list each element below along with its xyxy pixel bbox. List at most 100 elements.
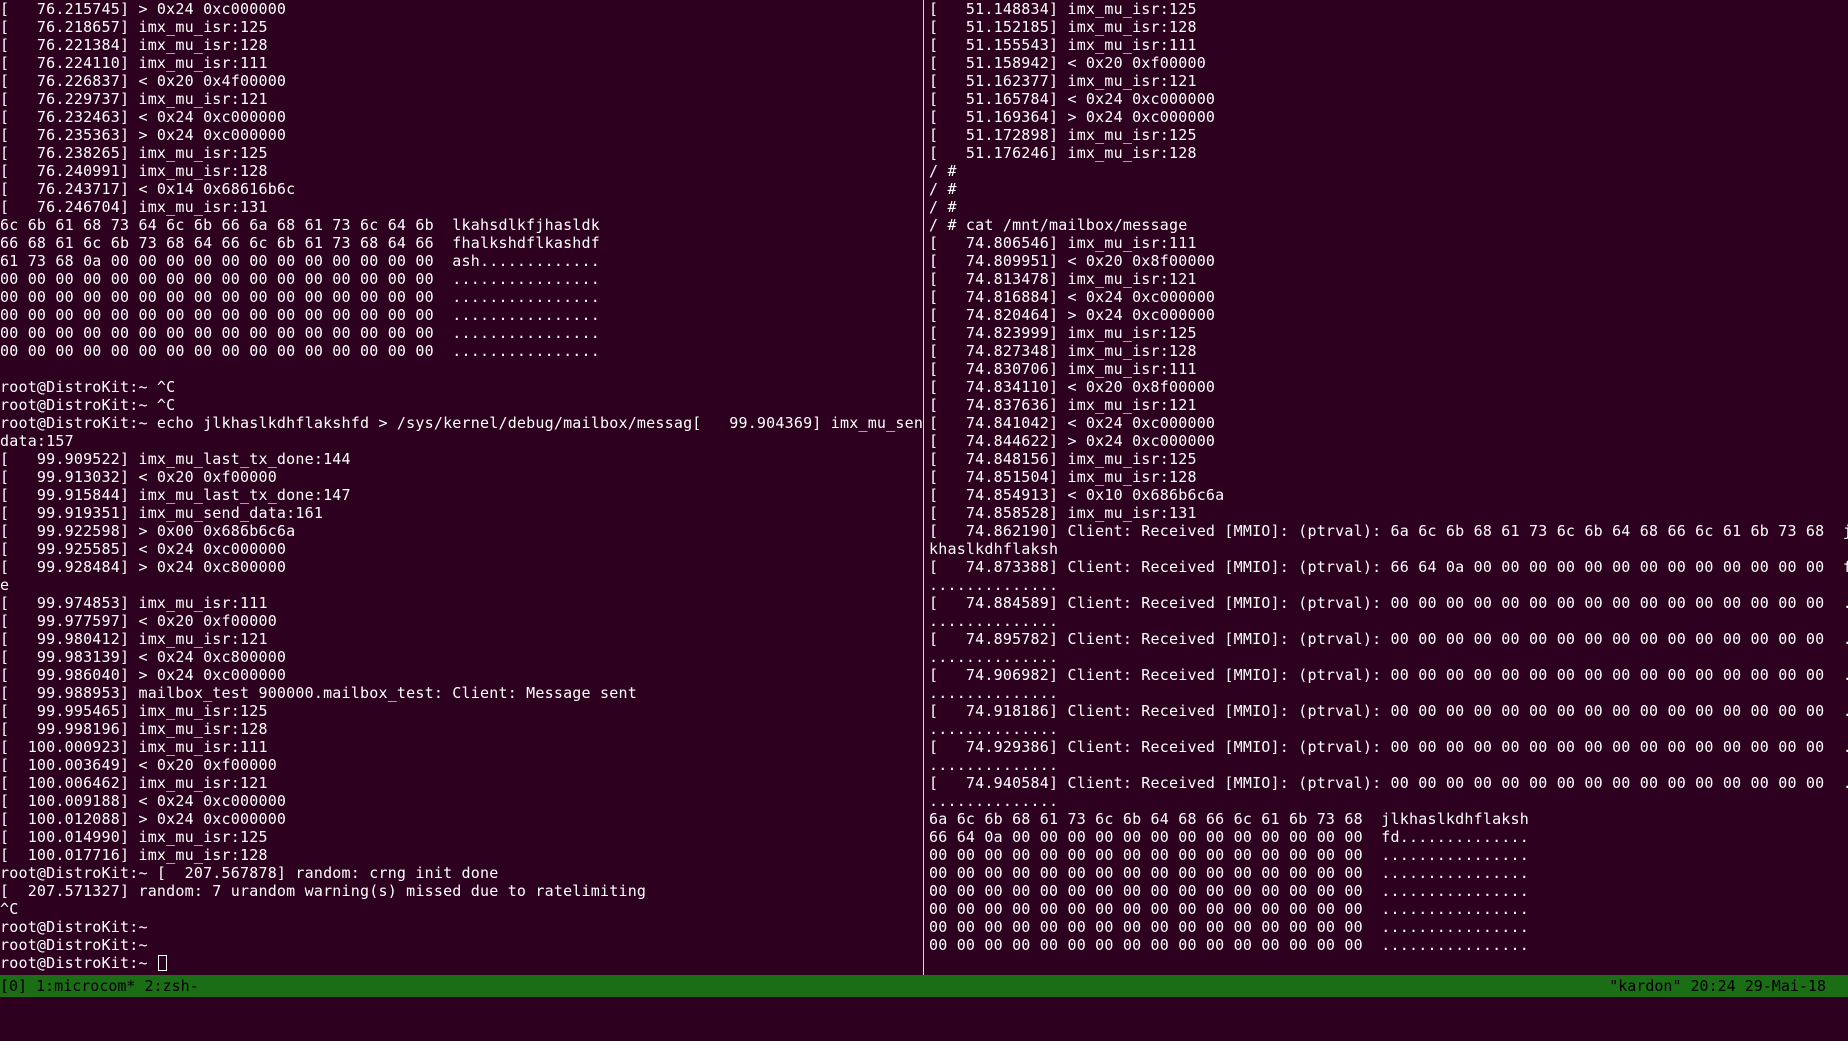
terminal-line: [ 100.000923] imx_mu_isr:111	[0, 738, 268, 756]
terminal-line: [ 99.983139] < 0x24 0xc800000	[0, 648, 287, 666]
terminal-line: 66 68 61 6c 6b 73 68 64 66 6c 6b 61 73 6…	[0, 234, 600, 252]
terminal-line: [ 76.226837] < 0x20 0x4f00000	[0, 72, 287, 90]
terminal-line: ^C	[0, 900, 19, 918]
terminal-line: [ 74.823999] imx_mu_isr:125	[929, 324, 1197, 342]
terminal-line: 6c 6b 61 68 73 64 6c 6b 66 6a 68 61 73 6…	[0, 216, 600, 234]
terminal-line: [ 100.012088] > 0x24 0xc000000	[0, 810, 287, 828]
terminal-line: [ 76.221384] imx_mu_isr:128	[0, 36, 268, 54]
terminal-line: ..............	[929, 720, 1059, 738]
terminal-line: [ 99.925585] < 0x24 0xc000000	[0, 540, 287, 558]
terminal-line: [ 51.148834] imx_mu_isr:125	[929, 0, 1197, 18]
terminal-line: 00 00 00 00 00 00 00 00 00 00 00 00 00 0…	[929, 864, 1529, 882]
terminal-line: 00 00 00 00 00 00 00 00 00 00 00 00 00 0…	[0, 342, 600, 360]
tmux-status-bar: [0] 1:microcom* 2:zsh- "kardon" 20:24 29…	[0, 975, 1848, 997]
terminal-line: [ 74.918186] Client: Received [MMIO]: (p…	[929, 702, 1848, 720]
terminal-line: [ 76.238265] imx_mu_isr:125	[0, 144, 268, 162]
terminal-line: 00 00 00 00 00 00 00 00 00 00 00 00 00 0…	[929, 900, 1529, 918]
terminal-line: [ 74.816884] < 0x24 0xc000000	[929, 288, 1216, 306]
prompt-text: root@DistroKit:~	[0, 954, 157, 972]
terminal-line: / #	[929, 162, 957, 180]
terminal-line: [ 100.017716] imx_mu_isr:128	[0, 846, 268, 864]
terminal-line: [ 99.974853] imx_mu_isr:111	[0, 594, 268, 612]
terminal-line: ..............	[929, 576, 1059, 594]
terminal-line: [ 51.155543] imx_mu_isr:111	[929, 36, 1197, 54]
status-host-time: "kardon" 20:24 29-Mai-18	[1609, 977, 1826, 995]
terminal-line: root@DistroKit:~	[0, 936, 148, 954]
terminal-line: [ 51.176246] imx_mu_isr:128	[929, 144, 1197, 162]
terminal-line: [ 99.915844] imx_mu_last_tx_done:147	[0, 486, 351, 504]
terminal-line: [ 76.224110] imx_mu_isr:111	[0, 54, 268, 72]
terminal-line: ..............	[929, 756, 1059, 774]
terminal-line: 00 00 00 00 00 00 00 00 00 00 00 00 00 0…	[0, 288, 600, 306]
terminal-line: [ 74.940584] Client: Received [MMIO]: (p…	[929, 774, 1848, 792]
terminal-line: [ 99.919351] imx_mu_send_data:161	[0, 504, 324, 522]
terminal-line: [ 99.922598] > 0x00 0x686b6c6a	[0, 522, 296, 540]
terminal-line: [ 99.998196] imx_mu_isr:128	[0, 720, 268, 738]
terminal-line: 00 00 00 00 00 00 00 00 00 00 00 00 00 0…	[929, 936, 1529, 954]
terminal-line: [ 99.986040] > 0x24 0xc000000	[0, 666, 287, 684]
command-prompt-line[interactable]: root@DistroKit:~	[0, 954, 922, 972]
terminal-line: [ 74.820464] > 0x24 0xc000000	[929, 306, 1216, 324]
terminal-line: khaslkdhflaksh	[929, 540, 1059, 558]
text-cursor	[157, 955, 167, 971]
terminal-line: ..............	[929, 684, 1059, 702]
terminal-line: [ 74.806546] imx_mu_isr:111	[929, 234, 1197, 252]
terminal-line: / #	[929, 180, 957, 198]
terminal-line: [ 74.813478] imx_mu_isr:121	[929, 270, 1197, 288]
terminal-line: / #	[929, 198, 957, 216]
terminal-line: 66 64 0a 00 00 00 00 00 00 00 00 00 00 0…	[929, 828, 1529, 846]
terminal-line: 6a 6c 6b 68 61 73 6c 6b 64 68 66 6c 61 6…	[929, 810, 1529, 828]
terminal-line: [ 51.165784] < 0x24 0xc000000	[929, 90, 1216, 108]
terminal-line: 00 00 00 00 00 00 00 00 00 00 00 00 00 0…	[0, 324, 600, 342]
terminal-line: data:157	[0, 432, 74, 450]
terminal-line: [ 99.995465] imx_mu_isr:125	[0, 702, 268, 720]
terminal-line: [ 99.980412] imx_mu_isr:121	[0, 630, 268, 648]
terminal-line: [ 76.240991] imx_mu_isr:128	[0, 162, 268, 180]
pane-divider[interactable]	[923, 0, 924, 975]
terminal-line: [ 100.003649] < 0x20 0xf00000	[0, 756, 277, 774]
terminal-line: [ 74.827348] imx_mu_isr:128	[929, 342, 1197, 360]
terminal-line: [ 74.841042] < 0x24 0xc000000	[929, 414, 1216, 432]
terminal-line: [ 74.844622] > 0x24 0xc000000	[929, 432, 1216, 450]
terminal-line: [ 74.895782] Client: Received [MMIO]: (p…	[929, 630, 1848, 648]
terminal-line: root@DistroKit:~ echo jlkhaslkdhflakshfd…	[0, 414, 922, 432]
terminal-line: [ 99.988953] mailbox_test 900000.mailbox…	[0, 684, 637, 702]
terminal-line: ..............	[929, 648, 1059, 666]
terminal-line: 00 00 00 00 00 00 00 00 00 00 00 00 00 0…	[0, 270, 600, 288]
terminal-line: [ 76.232463] < 0x24 0xc000000	[0, 108, 287, 126]
terminal-line: 00 00 00 00 00 00 00 00 00 00 00 00 00 0…	[929, 918, 1529, 936]
terminal-line: [ 74.862190] Client: Received [MMIO]: (p…	[929, 522, 1848, 540]
terminal-line: [ 74.873388] Client: Received [MMIO]: (p…	[929, 558, 1848, 576]
terminal-line: 00 00 00 00 00 00 00 00 00 00 00 00 00 0…	[0, 306, 600, 324]
terminal-line: [ 74.834110] < 0x20 0x8f00000	[929, 378, 1216, 396]
terminal-line: [ 51.162377] imx_mu_isr:121	[929, 72, 1197, 90]
terminal-line: [ 51.152185] imx_mu_isr:128	[929, 18, 1197, 36]
terminal-line: [ 76.215745] > 0x24 0xc000000	[0, 0, 287, 18]
terminal-line: e	[0, 576, 10, 594]
terminal-line: [ 100.006462] imx_mu_isr:121	[0, 774, 268, 792]
terminal-line: [ 76.229737] imx_mu_isr:121	[0, 90, 268, 108]
window-list[interactable]: [0] 1:microcom* 2:zsh-	[0, 975, 199, 997]
terminal-line: [ 76.235363] > 0x24 0xc000000	[0, 126, 287, 144]
terminal-line: [ 207.571327] random: 7 urandom warning(…	[0, 882, 647, 900]
terminal-line: 00 00 00 00 00 00 00 00 00 00 00 00 00 0…	[929, 882, 1529, 900]
terminal-line: [ 74.837636] imx_mu_isr:121	[929, 396, 1197, 414]
terminal-line: [ 99.913032] < 0x20 0xf00000	[0, 468, 277, 486]
right-terminal-pane[interactable]: [ 51.148834] imx_mu_isr:125[ 51.152185] …	[929, 0, 1848, 975]
terminal-line: ..............	[929, 612, 1059, 630]
left-terminal-pane[interactable]: [ 76.215745] > 0x24 0xc000000[ 76.218657…	[0, 0, 922, 975]
terminal-line: [ 100.009188] < 0x24 0xc000000	[0, 792, 287, 810]
terminal-line: 00 00 00 00 00 00 00 00 00 00 00 00 00 0…	[929, 846, 1529, 864]
terminal-line: root@DistroKit:~	[0, 918, 148, 936]
terminal-line: [ 100.014990] imx_mu_isr:125	[0, 828, 268, 846]
terminal-line: [ 51.169364] > 0x24 0xc000000	[929, 108, 1216, 126]
terminal-line: [ 99.909522] imx_mu_last_tx_done:144	[0, 450, 351, 468]
terminal-line: [ 74.854913] < 0x10 0x686b6c6a	[929, 486, 1225, 504]
terminal-line: root@DistroKit:~ ^C	[0, 396, 176, 414]
terminal-line: [ 51.172898] imx_mu_isr:125	[929, 126, 1197, 144]
terminal-line: [ 51.158942] < 0x20 0xf00000	[929, 54, 1206, 72]
terminal-line: [ 74.906982] Client: Received [MMIO]: (p…	[929, 666, 1848, 684]
terminal-line: [ 74.848156] imx_mu_isr:125	[929, 450, 1197, 468]
terminal-line: [ 99.977597] < 0x20 0xf00000	[0, 612, 277, 630]
